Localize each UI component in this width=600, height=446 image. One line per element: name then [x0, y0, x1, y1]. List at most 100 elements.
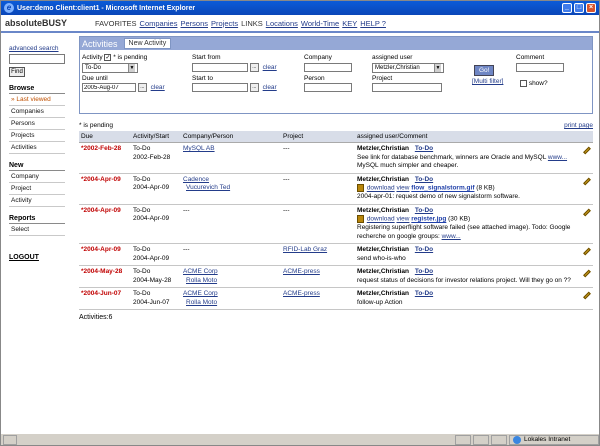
comment-link[interactable]: www... — [442, 233, 461, 240]
pencil-icon[interactable] — [583, 208, 591, 217]
status-link[interactable]: To-Do — [415, 207, 433, 214]
nav-item-key[interactable]: KEY — [342, 19, 357, 28]
minimize-button[interactable]: _ — [562, 3, 572, 13]
sidebar-item-companies[interactable]: Companies — [9, 106, 65, 118]
sidebar-report-select[interactable]: Select — [9, 224, 65, 236]
start-date: 2004-Apr-09 — [133, 254, 170, 262]
pencil-icon[interactable] — [583, 248, 591, 256]
maximize-button[interactable]: □ — [574, 3, 584, 13]
pencil-icon[interactable] — [583, 177, 591, 185]
download-link[interactable]: download — [367, 216, 395, 223]
pencil-icon[interactable] — [583, 292, 591, 300]
file-name-link[interactable]: register.jpg — [411, 216, 446, 223]
show-comment-checkbox[interactable] — [520, 80, 527, 87]
close-button[interactable]: × — [586, 3, 596, 13]
nav-item-companies[interactable]: Companies — [140, 19, 178, 28]
due-until-input[interactable] — [82, 83, 136, 92]
comment-input[interactable] — [516, 63, 564, 72]
sidebar-item-projects[interactable]: Projects — [9, 130, 65, 142]
chevron-down-icon: ▼ — [128, 64, 135, 72]
status-link[interactable]: To-Do — [415, 145, 433, 152]
due-date-picker-button[interactable]: ... — [137, 83, 147, 92]
due-date: *2002-Feb-28 — [81, 145, 122, 152]
company-link[interactable]: MySQL AB — [183, 145, 279, 154]
person-input[interactable] — [304, 83, 352, 92]
nav-item-help[interactable]: HELP ? — [360, 19, 386, 28]
start-to-input[interactable] — [192, 83, 248, 92]
app-header: absoluteBUSY FAVORITES Companies Persons Pr… — [1, 15, 599, 33]
project-link[interactable]: ACME-press — [283, 290, 320, 297]
multi-filter-link[interactable]: [Multi filter] — [472, 78, 503, 85]
status-link[interactable]: To-Do — [415, 290, 433, 297]
pencil-icon[interactable] — [583, 270, 591, 278]
nav-item-persons[interactable]: Persons — [180, 19, 208, 28]
activities-table: Due Activity/Start Company/Person Projec… — [79, 131, 593, 311]
start-from-clear-link[interactable]: clear — [263, 64, 277, 71]
person-link[interactable]: Rolla Moto — [183, 299, 279, 308]
person-link[interactable]: Vucurevich Ted — [183, 184, 279, 193]
sidebar-new-company[interactable]: Company — [9, 171, 65, 183]
company-link[interactable]: Cadence — [183, 176, 279, 185]
start-from-label: Start from — [192, 54, 221, 61]
reports-list: Select — [9, 224, 65, 236]
sidebar-item-activities[interactable]: Activities — [9, 142, 65, 154]
view-link[interactable]: view — [396, 185, 409, 192]
pending-label: * is pending — [113, 54, 148, 62]
person-link[interactable]: Rolla Moto — [183, 277, 279, 286]
find-button[interactable]: Find — [9, 67, 25, 77]
start-to-picker-button[interactable]: ... — [249, 83, 259, 92]
activity-type: To-Do — [133, 175, 151, 183]
sidebar-new-project[interactable]: Project — [9, 183, 65, 195]
assigned-user-select[interactable]: Metzler,Christian ▼ — [372, 63, 444, 73]
comment-text: See link for database benchmark, winners… — [357, 153, 547, 161]
company-link: --- — [183, 246, 190, 254]
attachment: download view flow_signalstorm.gif (8 KB… — [357, 184, 579, 193]
activity-type: To-Do — [133, 246, 151, 254]
logout-link[interactable]: LOGOUT — [9, 254, 65, 261]
company-link[interactable]: ACME Corp — [183, 290, 279, 299]
new-section-title: New — [9, 162, 65, 171]
assigned-user-label: assigned user — [372, 54, 413, 61]
zone-indicator: Lokales Intranet — [509, 434, 599, 445]
comment-link[interactable]: www... — [548, 154, 567, 161]
nav-item-world-time[interactable]: World-Time — [301, 19, 339, 28]
company-input[interactable] — [304, 63, 352, 72]
project-link[interactable]: ACME-press — [283, 268, 320, 275]
project-input[interactable] — [372, 83, 442, 92]
table-row: *2004-Jun-07 To-Do 2004-Jun-07 ACME Corp… — [79, 287, 593, 311]
activity-select[interactable]: To-Do ▼ — [82, 63, 138, 73]
pending-note: * is pending — [79, 122, 113, 129]
print-page-link[interactable]: print page — [564, 122, 593, 129]
download-link[interactable]: download — [367, 185, 395, 192]
file-name-link[interactable]: flow_signalstorm.gif — [411, 185, 474, 192]
nav-item-locations[interactable]: Locations — [266, 19, 298, 28]
status-link[interactable]: To-Do — [415, 268, 433, 275]
view-link[interactable]: view — [396, 216, 409, 223]
sidebar-item-last-viewed[interactable]: » Last viewed — [9, 94, 65, 106]
status-link[interactable]: To-Do — [415, 176, 433, 183]
table-row: *2004-May-28 To-Do 2004-May-28 ACME Corp… — [79, 265, 593, 289]
start-to-clear-link[interactable]: clear — [263, 84, 277, 91]
start-from-input[interactable] — [192, 63, 248, 72]
pencil-icon[interactable] — [583, 146, 591, 155]
due-date: *2004-Apr-09 — [81, 175, 121, 183]
nav-item-projects[interactable]: Projects — [211, 19, 238, 28]
column-header-due: Due — [79, 131, 131, 143]
new-activity-button[interactable]: New Activity — [123, 38, 172, 49]
status-bar: Lokales Intranet — [1, 433, 599, 445]
pending-checkbox[interactable]: ✓ — [104, 54, 112, 61]
start-from-picker-button[interactable]: ... — [249, 63, 259, 72]
due-date: *2004-May-28 — [81, 268, 123, 276]
sidebar-item-persons[interactable]: Persons — [9, 118, 65, 130]
sidebar-new-activity[interactable]: Activity — [9, 195, 65, 207]
go-button[interactable]: Go! — [474, 65, 495, 76]
brand-logo: absoluteBUSY — [5, 18, 68, 28]
project-link[interactable]: RFID-Lab Graz — [283, 246, 327, 253]
company-label: Company — [304, 54, 332, 61]
company-link[interactable]: ACME Corp — [183, 268, 279, 277]
search-input[interactable] — [9, 54, 65, 64]
due-clear-link[interactable]: clear — [151, 84, 165, 91]
status-link[interactable]: To-Do — [415, 246, 433, 253]
file-size: (30 KB) — [448, 215, 471, 223]
advanced-search-link[interactable]: advanced search — [9, 45, 65, 52]
